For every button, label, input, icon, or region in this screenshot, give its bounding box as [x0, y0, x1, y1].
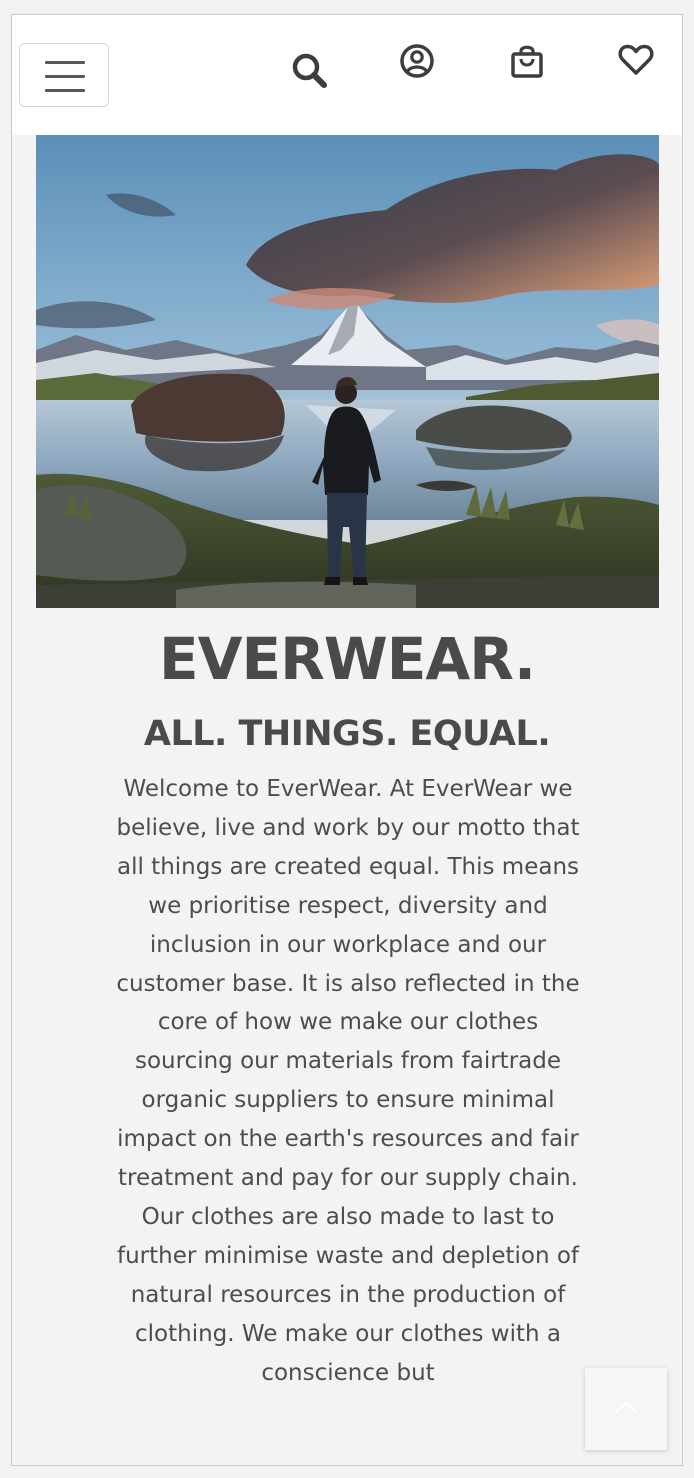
- intro-text: Welcome to EverWear. At EverWear we beli…: [116, 776, 580, 1386]
- page-frame: EVERWEAR. ALL. THINGS. EQUAL. Welcome to…: [11, 14, 683, 1466]
- top-navbar: [12, 15, 682, 135]
- menu-line: [45, 75, 85, 78]
- menu-line: [45, 89, 85, 92]
- brand-tagline: ALL. THINGS. EQUAL.: [143, 714, 551, 754]
- account-icon[interactable]: [399, 43, 435, 79]
- hero-image: [36, 135, 659, 608]
- chevron-up-icon: [614, 1401, 638, 1414]
- back-to-top-button[interactable]: [585, 1368, 667, 1450]
- shopping-bag-icon[interactable]: [510, 42, 544, 80]
- menu-toggle-button[interactable]: [19, 43, 109, 107]
- wishlist-heart-icon[interactable]: [618, 43, 654, 77]
- brand-title: EVERWEAR.: [158, 625, 536, 693]
- search-icon[interactable]: [291, 52, 329, 90]
- menu-line: [45, 61, 85, 64]
